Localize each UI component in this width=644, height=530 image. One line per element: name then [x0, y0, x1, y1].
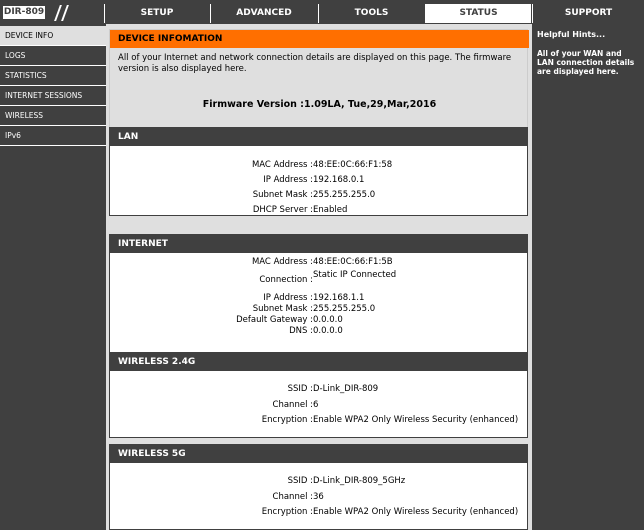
- wireless-5g-encryption-row: Encryption : Enable WPA2 Only Wireless S…: [110, 507, 529, 519]
- wireless-24g-channel-label: Channel :: [272, 400, 313, 410]
- helpful-hints-panel: Helpful Hints... All of your WAN and LAN…: [532, 24, 644, 530]
- internet-dns-label: DNS :: [289, 326, 313, 336]
- internet-connection-value: Static IP Connected: [313, 270, 397, 280]
- wireless-24g-ssid-row: SSID : D-Link_DIR-809: [110, 384, 529, 396]
- device-info-title: DEVICE INFOMATION: [110, 30, 529, 48]
- tab-tools[interactable]: TOOLS: [318, 4, 424, 23]
- internet-mask-label: Subnet Mask :: [252, 304, 313, 314]
- helpful-hints-title: Helpful Hints...: [537, 30, 606, 39]
- model-badge: DIR-809: [1, 4, 103, 21]
- lan-dhcp-value: Enabled: [313, 205, 348, 215]
- wireless-5g-title: WIRELESS 5G: [110, 445, 527, 463]
- main-content: DEVICE INFOMATION All of your Internet a…: [106, 24, 532, 530]
- wireless-5g-encryption-label: Encryption :: [261, 507, 313, 517]
- firmware-version: Firmware Version :1.09LA, Tue,29,Mar,201…: [202, 99, 437, 110]
- internet-gateway-value: 0.0.0.0: [313, 315, 343, 325]
- wireless-24g-title: WIRELESS 2.4G: [110, 353, 527, 371]
- internet-connection-label: Connection :: [259, 275, 313, 285]
- sidebar-item-ipv6[interactable]: IPv6: [0, 126, 106, 146]
- tab-status[interactable]: STATUS: [425, 4, 531, 23]
- lan-mac-value: 48:EE:0C:66:F1:58: [313, 160, 393, 170]
- sidebar-item-statistics[interactable]: STATISTICS: [0, 66, 106, 86]
- wireless-24g-section: WIRELESS 2.4G SSID : D-Link_DIR-809 Chan…: [109, 352, 528, 438]
- sidebar-item-internet-sessions[interactable]: INTERNET SESSIONS: [0, 86, 106, 106]
- internet-connection-row: Connection : Static IP Connected: [110, 270, 529, 287]
- wireless-24g-channel-value: 6: [313, 400, 319, 410]
- lan-ip-row: IP Address : 192.168.0.1: [110, 175, 529, 187]
- lan-mask-label: Subnet Mask :: [252, 190, 313, 200]
- lan-mac-row: MAC Address : 48:EE:0C:66:F1:58: [110, 160, 529, 172]
- wireless-24g-channel-row: Channel : 6: [110, 400, 529, 412]
- wireless-24g-encryption-row: Encryption : Enable WPA2 Only Wireless S…: [110, 415, 529, 427]
- brand-slash-icon: [51, 4, 81, 21]
- wireless-24g-ssid-label: SSID :: [287, 384, 313, 394]
- sidebar-item-logs[interactable]: LOGS: [0, 46, 106, 66]
- top-bar: DIR-809 SETUP ADVANCED TOOLS STATUS SUPP…: [0, 0, 644, 24]
- lan-mask-value: 255.255.255.0: [313, 190, 376, 200]
- lan-title: LAN: [110, 128, 527, 146]
- internet-ip-label: IP Address :: [263, 293, 313, 303]
- wireless-5g-ssid-label: SSID :: [287, 476, 313, 486]
- wireless-5g-channel-value: 36: [313, 492, 324, 502]
- internet-mac-value: 48:EE:0C:66:F1:5B: [313, 257, 393, 267]
- device-info-description: All of your Internet and network connect…: [118, 53, 512, 74]
- internet-dns-value: 0.0.0.0: [313, 326, 343, 336]
- internet-dns-row: DNS : 0.0.0.0: [110, 326, 529, 338]
- lan-ip-value: 192.168.0.1: [313, 175, 365, 185]
- model-label: DIR-809: [3, 6, 45, 19]
- wireless-5g-channel-label: Channel :: [272, 492, 313, 502]
- tab-setup[interactable]: SETUP: [104, 4, 209, 23]
- internet-ip-value: 192.168.1.1: [313, 293, 365, 303]
- wireless-5g-ssid-row: SSID : D-Link_DIR-809_5GHz: [110, 476, 529, 488]
- internet-mask-value: 255.255.255.0: [313, 304, 376, 314]
- sidebar-item-device-info[interactable]: DEVICE INFO: [0, 26, 106, 46]
- lan-section: LAN MAC Address : 48:EE:0C:66:F1:58 IP A…: [109, 127, 528, 216]
- wireless-24g-ssid-value: D-Link_DIR-809: [313, 384, 379, 394]
- lan-mac-label: MAC Address :: [251, 160, 313, 170]
- wireless-24g-encryption-value: Enable WPA2 Only Wireless Security (enha…: [313, 415, 519, 425]
- internet-mac-label: MAC Address :: [251, 257, 313, 267]
- tab-advanced[interactable]: ADVANCED: [210, 4, 317, 23]
- tab-support[interactable]: SUPPORT: [532, 4, 644, 23]
- wireless-5g-section: WIRELESS 5G SSID : D-Link_DIR-809_5GHz C…: [109, 444, 528, 530]
- wireless-5g-channel-row: Channel : 36: [110, 492, 529, 504]
- internet-section: INTERNET MAC Address : 48:EE:0C:66:F1:5B…: [109, 234, 528, 367]
- internet-mac-row: MAC Address : 48:EE:0C:66:F1:5B: [110, 257, 529, 269]
- internet-gateway-label: Default Gateway :: [236, 315, 313, 325]
- internet-title: INTERNET: [110, 235, 527, 253]
- helpful-hints-body: All of your WAN and LAN connection detai…: [537, 49, 635, 76]
- wireless-5g-encryption-value: Enable WPA2 Only Wireless Security (enha…: [313, 507, 519, 517]
- sidebar: DEVICE INFO LOGS STATISTICS INTERNET SES…: [0, 24, 106, 530]
- sidebar-item-wireless[interactable]: WIRELESS: [0, 106, 106, 126]
- lan-mask-row: Subnet Mask : 255.255.255.0: [110, 190, 529, 202]
- wireless-5g-ssid-value: D-Link_DIR-809_5GHz: [313, 476, 406, 486]
- lan-ip-label: IP Address :: [263, 175, 313, 185]
- lan-dhcp-label: DHCP Server :: [252, 205, 313, 215]
- wireless-24g-encryption-label: Encryption :: [261, 415, 313, 425]
- lan-dhcp-row: DHCP Server : Enabled: [110, 205, 529, 217]
